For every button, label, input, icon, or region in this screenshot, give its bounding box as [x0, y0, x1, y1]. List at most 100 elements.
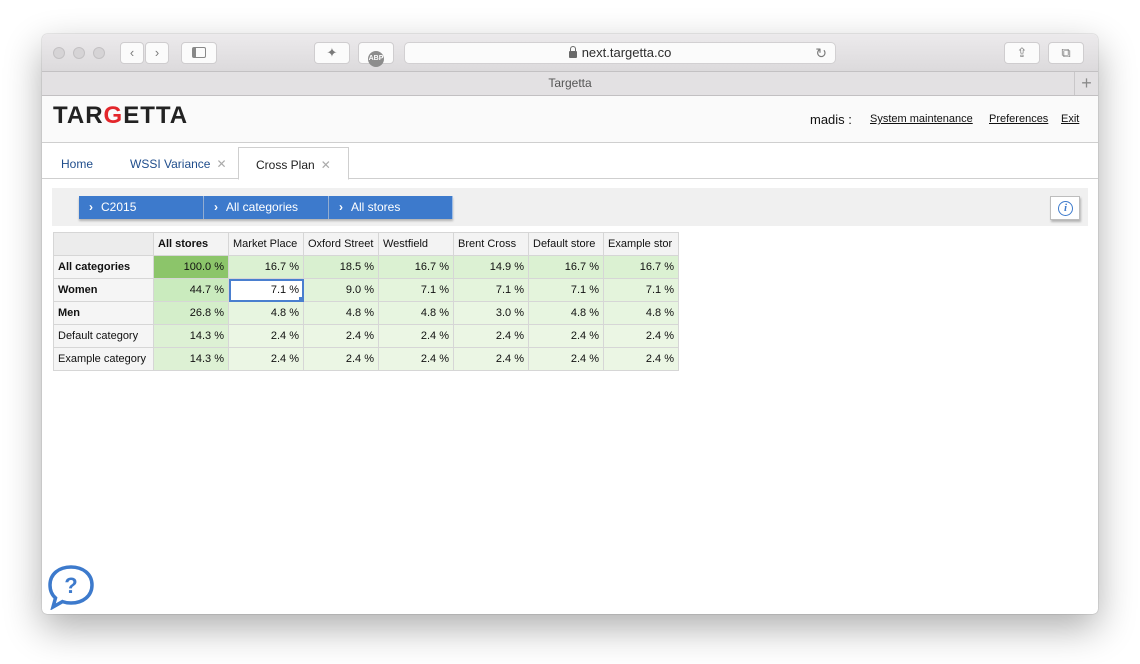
grid-cell[interactable]: 2.4 %	[453, 347, 529, 371]
grid-cell[interactable]: 2.4 %	[303, 324, 379, 348]
chevron-right-icon: ›	[214, 200, 218, 214]
preferences-link[interactable]: Preferences	[989, 113, 1048, 125]
sidebar-icon	[192, 47, 206, 58]
table-row: Default category 14.3 % 2.4 % 2.4 % 2.4 % 2.4…	[53, 324, 679, 348]
row-header[interactable]: Default category	[53, 324, 154, 348]
tab-wssi-variance[interactable]: WSSI Variance ✕	[130, 157, 227, 171]
exit-link[interactable]: Exit	[1061, 113, 1079, 125]
chevron-right-icon: ›	[339, 200, 343, 214]
row-header[interactable]: Example category	[53, 347, 154, 371]
grid-cell[interactable]: 2.4 %	[378, 347, 454, 371]
grid-cell[interactable]: 4.8 %	[378, 301, 454, 325]
grid-cell[interactable]: 4.8 %	[228, 301, 304, 325]
grid-cell[interactable]: 2.4 %	[603, 324, 679, 348]
row-header[interactable]: Men	[53, 301, 154, 325]
grid-cell[interactable]: 18.5 %	[303, 255, 379, 279]
filter-bar: › C2015 › All categories › All stores i	[52, 188, 1088, 226]
lock-icon	[568, 46, 577, 58]
grid-cell[interactable]: 16.7 %	[228, 255, 304, 279]
grid-cell[interactable]: 2.4 %	[603, 347, 679, 371]
minimize-window-button[interactable]	[73, 47, 85, 59]
close-tab-icon[interactable]: ✕	[216, 157, 226, 171]
forward-button[interactable]: ›	[145, 42, 169, 64]
grid-cell[interactable]: 100.0 %	[153, 255, 229, 279]
grid-cell[interactable]: 4.8 %	[303, 301, 379, 325]
grid-cell[interactable]: 16.7 %	[528, 255, 604, 279]
sidebar-button[interactable]	[181, 42, 217, 64]
grid-cell[interactable]: 7.1 %	[453, 278, 529, 302]
address-text: next.targetta.co	[581, 45, 672, 60]
grid-cell[interactable]: 7.1 %	[603, 278, 679, 302]
info-icon: i	[1058, 201, 1073, 216]
column-header[interactable]: Brent Cross	[453, 232, 529, 256]
grid-cell[interactable]: 7.1 %	[228, 278, 304, 302]
adblock-button[interactable]: ABP	[358, 42, 394, 67]
filter-period-button[interactable]: › C2015	[79, 196, 204, 219]
info-button[interactable]: i	[1050, 196, 1080, 220]
grid-cell[interactable]: 2.4 %	[453, 324, 529, 348]
extension-icon: ✦	[326, 45, 338, 60]
column-header[interactable]: Westfield	[378, 232, 454, 256]
browser-toolbar: ‹ › ✦ ABP next.targetta.co ↻ ⇪ ⧉	[42, 34, 1098, 72]
column-header[interactable]: Oxford Street	[303, 232, 379, 256]
chevron-right-icon: ›	[89, 200, 93, 214]
forward-icon: ›	[154, 45, 160, 60]
grid-cell[interactable]: 14.3 %	[153, 324, 229, 348]
grid-cell[interactable]: 14.3 %	[153, 347, 229, 371]
tabs-overview-button[interactable]: ⧉	[1048, 42, 1084, 64]
grid-cell[interactable]: 2.4 %	[528, 347, 604, 371]
grid-cell[interactable]: 9.0 %	[303, 278, 379, 302]
grid-cell[interactable]: 3.0 %	[453, 301, 529, 325]
tabs-icon: ⧉	[1061, 45, 1071, 60]
row-header[interactable]: Women	[53, 278, 154, 302]
grid-cell[interactable]: 4.8 %	[603, 301, 679, 325]
grid-cell[interactable]: 4.8 %	[528, 301, 604, 325]
filter-category-button[interactable]: › All categories	[204, 196, 329, 219]
grid-cell[interactable]: 7.1 %	[378, 278, 454, 302]
app-tabs: Home WSSI Variance ✕ Cross Plan ✕	[42, 143, 1098, 180]
grid-cell[interactable]: 44.7 %	[153, 278, 229, 302]
column-header[interactable]: Default store	[528, 232, 604, 256]
tab-home[interactable]: Home	[61, 157, 93, 171]
grid-header-row: All stores Market Place Oxford Street We…	[53, 232, 679, 256]
new-tab-icon[interactable]: +	[1074, 72, 1098, 95]
grid-cell[interactable]: 7.1 %	[528, 278, 604, 302]
browser-window: ‹ › ✦ ABP next.targetta.co ↻ ⇪ ⧉ Targett…	[42, 34, 1098, 614]
column-header[interactable]: Market Place	[228, 232, 304, 256]
grid-corner	[53, 232, 154, 256]
share-button[interactable]: ⇪	[1004, 42, 1040, 64]
grid-cell[interactable]: 2.4 %	[378, 324, 454, 348]
help-chat-icon: ?	[48, 565, 94, 611]
grid-cell[interactable]: 16.7 %	[603, 255, 679, 279]
user-name: madis :	[810, 112, 852, 127]
close-tab-icon[interactable]: ✕	[321, 158, 331, 172]
browser-tab-title[interactable]: Targetta	[548, 76, 591, 90]
fill-handle[interactable]	[299, 297, 303, 301]
grid-cell[interactable]: 2.4 %	[303, 347, 379, 371]
tab-cross-plan[interactable]: Cross Plan ✕	[238, 147, 349, 180]
grid-cell[interactable]: 2.4 %	[228, 347, 304, 371]
app-header: TARGETTA madis : System maintenance Pref…	[42, 96, 1098, 143]
share-icon: ⇪	[1016, 45, 1028, 60]
address-bar[interactable]: next.targetta.co ↻	[404, 42, 836, 64]
close-window-button[interactable]	[53, 47, 65, 59]
adblock-icon: ABP	[368, 51, 384, 67]
grid-cell[interactable]: 2.4 %	[228, 324, 304, 348]
column-header[interactable]: All stores	[153, 232, 229, 256]
filter-store-button[interactable]: › All stores	[329, 196, 453, 219]
column-header[interactable]: Example stor	[603, 232, 679, 256]
zoom-window-button[interactable]	[93, 47, 105, 59]
reload-icon[interactable]: ↻	[815, 43, 827, 63]
table-row: All categories 100.0 % 16.7 % 18.5 % 16.7 % 1…	[53, 255, 679, 279]
grid-cell[interactable]: 14.9 %	[453, 255, 529, 279]
row-header[interactable]: All categories	[53, 255, 154, 279]
table-row: Men 26.8 % 4.8 % 4.8 % 4.8 % 3.0 % 4.8 % 4.8 %	[53, 301, 679, 325]
grid-cell[interactable]: 26.8 %	[153, 301, 229, 325]
back-icon: ‹	[129, 45, 135, 60]
help-chat-button[interactable]: ?	[47, 564, 95, 611]
back-button[interactable]: ‹	[120, 42, 144, 64]
grid-cell[interactable]: 2.4 %	[528, 324, 604, 348]
extension-button[interactable]: ✦	[314, 42, 350, 64]
system-maintenance-link[interactable]: System maintenance	[870, 113, 973, 125]
grid-cell[interactable]: 16.7 %	[378, 255, 454, 279]
